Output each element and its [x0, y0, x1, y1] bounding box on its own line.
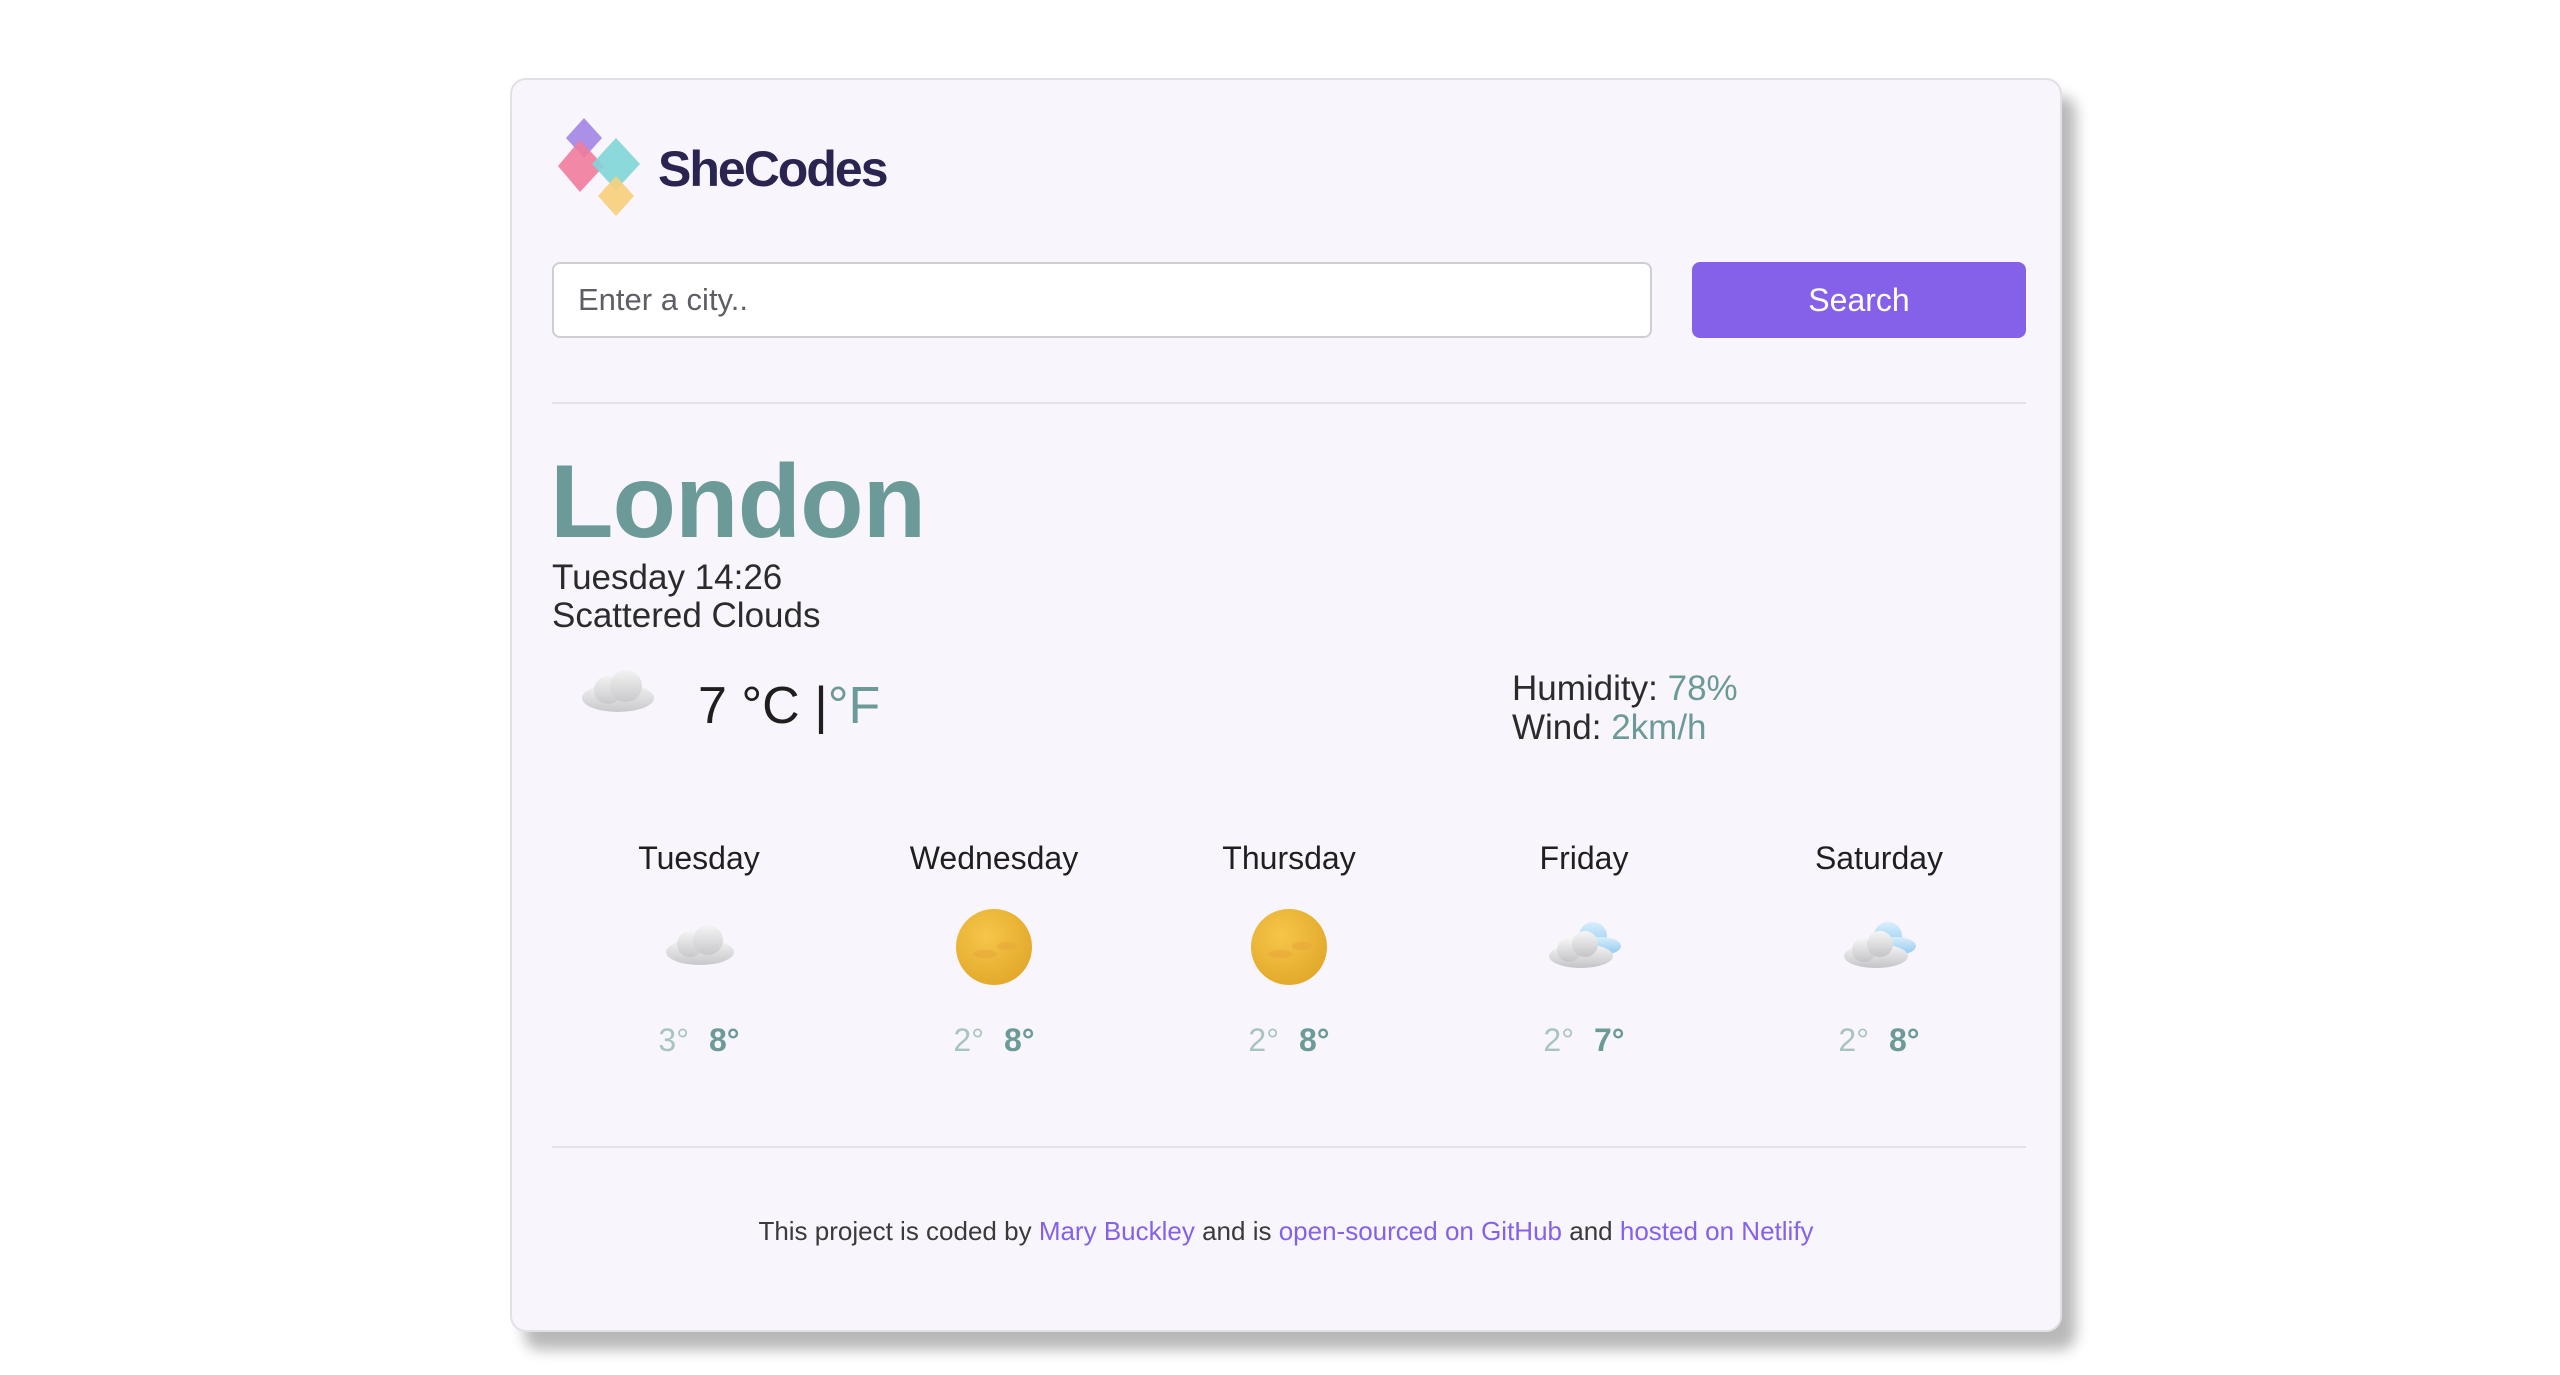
- forecast-min: 2°: [1248, 1022, 1279, 1058]
- forecast-max: 7°: [1594, 1022, 1625, 1058]
- forecast-day-name: Wednesday: [909, 840, 1079, 876]
- current-temperature: 7 °C |°F: [698, 680, 880, 732]
- forecast-min: 2°: [1838, 1022, 1869, 1058]
- cloud-blue-icon: [1844, 922, 1916, 968]
- celsius-unit[interactable]: °C: [741, 677, 799, 735]
- forecast-min: 3°: [658, 1022, 689, 1058]
- city-search-input[interactable]: [552, 262, 1652, 338]
- temperature-value: 7: [698, 677, 727, 735]
- weather-details: Humidity: 78% Wind: 2km/h: [1512, 669, 1738, 748]
- github-link[interactable]: open-sourced on GitHub: [1279, 1216, 1562, 1246]
- footer-text: and: [1569, 1216, 1613, 1246]
- shecodes-logo[interactable]: SheCodes: [554, 118, 889, 222]
- footer-text: and is: [1202, 1216, 1272, 1246]
- forecast-day-name: Thursday: [1222, 840, 1356, 876]
- forecast-temps: 2° 8°: [1732, 1024, 2026, 1056]
- sun-icon: [1251, 909, 1327, 985]
- forecast-day-name: Tuesday: [638, 840, 760, 876]
- forecast-day: Thursday 2° 8°: [1142, 838, 1436, 1056]
- forecast-min: 2°: [953, 1022, 984, 1058]
- forecast-max: 8°: [1299, 1022, 1330, 1058]
- forecast-day-name: Friday: [1539, 840, 1629, 876]
- forecast-day: Saturday 2° 8°: [1732, 838, 2026, 1056]
- search-button[interactable]: Search: [1692, 262, 2026, 338]
- forecast-temps: 2° 8°: [1142, 1024, 1436, 1056]
- forecast-max: 8°: [1004, 1022, 1035, 1058]
- cloud-icon: [582, 670, 654, 712]
- wind-label: Wind:: [1512, 707, 1602, 747]
- shecodes-logo-icon: [558, 118, 640, 216]
- forecast-max: 8°: [709, 1022, 740, 1058]
- cloud-blue-icon: [1549, 922, 1621, 968]
- forecast-day: Friday 2° 7°: [1437, 838, 1731, 1056]
- footer-text: This project is coded by: [758, 1216, 1032, 1246]
- forecast-row: Tuesday 3° 8° Wednesday 2° 8° Thursday 2…: [552, 838, 2026, 1138]
- forecast-min: 2°: [1543, 1022, 1574, 1058]
- forecast-day: Tuesday 3° 8°: [552, 838, 846, 1056]
- sun-icon: [956, 909, 1032, 985]
- forecast-temps: 2° 8°: [847, 1024, 1141, 1056]
- author-link[interactable]: Mary Buckley: [1039, 1216, 1195, 1246]
- netlify-link[interactable]: hosted on Netlify: [1620, 1216, 1814, 1246]
- forecast-temps: 2° 7°: [1437, 1024, 1731, 1056]
- weather-card: SheCodes Search London Tuesday 14:26 Sca…: [510, 78, 2062, 1332]
- top-divider: [552, 402, 2026, 404]
- forecast-max: 8°: [1889, 1022, 1920, 1058]
- weather-description: Scattered Clouds: [552, 596, 821, 635]
- wind-value: 2km/h: [1611, 707, 1707, 747]
- unit-separator: |: [814, 677, 828, 735]
- footer: This project is coded by Mary Buckley an…: [512, 1218, 2060, 1244]
- forecast-day: Wednesday 2° 8°: [847, 838, 1141, 1056]
- humidity-row: Humidity: 78%: [1512, 669, 1738, 709]
- current-datetime: Tuesday 14:26: [552, 558, 783, 597]
- wind-row: Wind: 2km/h: [1512, 707, 1738, 748]
- forecast-day-name: Saturday: [1814, 840, 1944, 876]
- forecast-temps: 3° 8°: [552, 1024, 846, 1056]
- city-name: London: [550, 444, 926, 560]
- humidity-value: 78%: [1667, 669, 1738, 708]
- cloud-icon: [666, 925, 734, 965]
- fahrenheit-link[interactable]: °F: [828, 677, 881, 735]
- logo-text: SheCodes: [658, 141, 889, 197]
- bottom-divider: [552, 1146, 2026, 1148]
- humidity-label: Humidity:: [1512, 669, 1658, 708]
